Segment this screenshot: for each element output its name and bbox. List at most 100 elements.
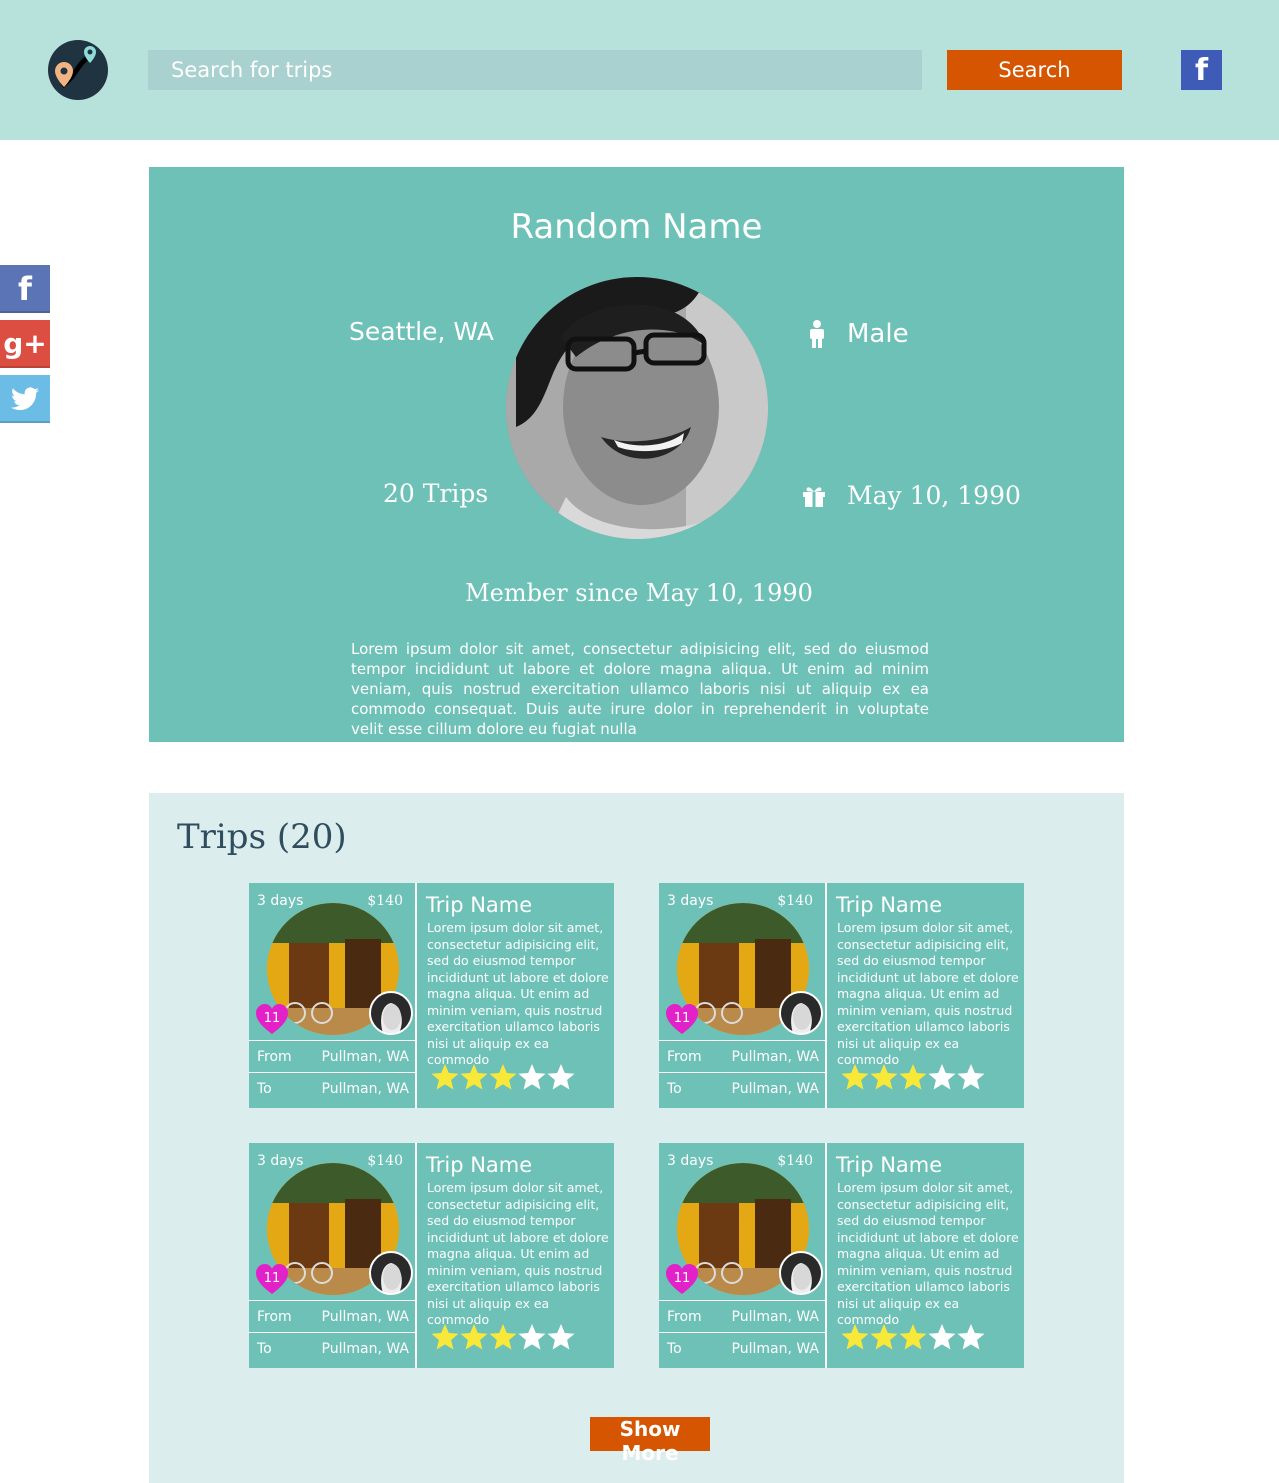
- profile-gender: Male: [847, 319, 909, 349]
- trip-card-summary: 3 days $140 11 From Pullman, WA To Pullman, WA: [249, 1143, 417, 1368]
- trip-card-details: Trip Name Lorem ipsum dolor sit amet, con…: [829, 883, 1024, 1108]
- trip-rating[interactable]: [431, 1063, 575, 1095]
- trip-likes-count: 11: [673, 1271, 691, 1286]
- trip-to-row: To Pullman, WA: [659, 1072, 827, 1104]
- trip-card[interactable]: 3 days $140 11 From Pullman, WA To Pullman, WA…: [659, 883, 1024, 1108]
- facebook-icon: f: [18, 270, 32, 308]
- trip-rating[interactable]: [431, 1323, 575, 1355]
- trip-author-avatar[interactable]: [369, 991, 413, 1035]
- trip-author-avatar[interactable]: [779, 991, 823, 1035]
- trip-card-details: Trip Name Lorem ipsum dolor sit amet, con…: [419, 1143, 614, 1368]
- star-empty-icon[interactable]: [547, 1063, 575, 1091]
- trip-author-avatar[interactable]: [369, 1251, 413, 1295]
- trip-to-label: To: [667, 1081, 682, 1097]
- trip-rating[interactable]: [841, 1063, 985, 1095]
- profile-avatar: [506, 277, 768, 539]
- trip-card[interactable]: 3 days $140 11 From Pullman, WA To Pullman, WA…: [249, 883, 614, 1108]
- star-empty-icon[interactable]: [547, 1323, 575, 1351]
- trip-from-row: From Pullman, WA: [659, 1300, 827, 1332]
- heart-icon[interactable]: 11: [255, 1003, 289, 1037]
- trip-author-avatar[interactable]: [779, 1251, 823, 1295]
- trip-to-value: Pullman, WA: [731, 1341, 820, 1357]
- map-pin-logo-icon: [55, 46, 96, 88]
- twitter-bird-icon: [11, 387, 39, 411]
- trip-from-row: From Pullman, WA: [659, 1040, 827, 1072]
- star-empty-icon[interactable]: [928, 1323, 956, 1351]
- profile-name: Random Name: [510, 207, 763, 247]
- star-filled-icon[interactable]: [489, 1323, 517, 1351]
- trip-from-row: From Pullman, WA: [249, 1300, 417, 1332]
- star-filled-icon[interactable]: [870, 1323, 898, 1351]
- show-more-button[interactable]: Show More: [590, 1417, 710, 1465]
- star-filled-icon[interactable]: [431, 1323, 459, 1351]
- star-filled-icon[interactable]: [460, 1063, 488, 1091]
- trip-name[interactable]: Trip Name: [836, 893, 942, 917]
- trip-to-value: Pullman, WA: [321, 1081, 410, 1097]
- trip-description: Lorem ipsum dolor sit amet, consectetur …: [427, 1180, 609, 1327]
- trip-description: Lorem ipsum dolor sit amet, consectetur …: [837, 920, 1019, 1067]
- trip-price: $140: [777, 1153, 813, 1169]
- profile-photo: [506, 277, 768, 539]
- trip-card-summary: 3 days $140 11 From Pullman, WA To Pullman, WA: [249, 883, 417, 1108]
- trip-name[interactable]: Trip Name: [426, 893, 532, 917]
- trip-duration: 3 days: [257, 893, 304, 909]
- profile-bio: Lorem ipsum dolor sit amet, consectetur …: [351, 640, 929, 738]
- trip-card-summary: 3 days $140 11 From Pullman, WA To Pullman, WA: [659, 1143, 827, 1368]
- trip-rating[interactable]: [841, 1323, 985, 1355]
- trip-card-details: Trip Name Lorem ipsum dolor sit amet, con…: [419, 883, 614, 1108]
- star-empty-icon[interactable]: [518, 1063, 546, 1091]
- star-empty-icon[interactable]: [957, 1063, 985, 1091]
- star-filled-icon[interactable]: [431, 1063, 459, 1091]
- trip-card-details: Trip Name Lorem ipsum dolor sit amet, con…: [829, 1143, 1024, 1368]
- profile-birthday: May 10, 1990: [847, 481, 1021, 510]
- heart-icon[interactable]: 11: [255, 1263, 289, 1297]
- trip-duration: 3 days: [667, 893, 714, 909]
- trip-from-label: From: [667, 1309, 702, 1325]
- share-facebook-button[interactable]: f: [0, 265, 50, 313]
- star-filled-icon[interactable]: [870, 1063, 898, 1091]
- profile-card: Random Name Seattle, WA 20 Trips Male Ma…: [149, 167, 1124, 742]
- heart-icon[interactable]: 11: [665, 1003, 699, 1037]
- star-filled-icon[interactable]: [489, 1063, 517, 1091]
- share-google-plus-button[interactable]: g+: [0, 320, 50, 368]
- person-icon: [807, 319, 827, 349]
- trip-description: Lorem ipsum dolor sit amet, consectetur …: [427, 920, 609, 1067]
- star-filled-icon[interactable]: [841, 1323, 869, 1351]
- trip-to-label: To: [667, 1341, 682, 1357]
- trip-from-value: Pullman, WA: [321, 1049, 410, 1065]
- trip-from-value: Pullman, WA: [731, 1049, 820, 1065]
- star-filled-icon[interactable]: [841, 1063, 869, 1091]
- trip-card[interactable]: 3 days $140 11 From Pullman, WA To Pullman, WA…: [659, 1143, 1024, 1368]
- heart-icon[interactable]: 11: [665, 1263, 699, 1297]
- profile-trips-count: 20 Trips: [383, 479, 489, 508]
- trip-likes-count: 11: [263, 1011, 281, 1026]
- search-input[interactable]: [148, 50, 922, 90]
- trip-likes-count: 11: [263, 1271, 281, 1286]
- trip-description: Lorem ipsum dolor sit amet, consectetur …: [837, 1180, 1019, 1327]
- profile-location: Seattle, WA: [349, 317, 494, 346]
- trip-name[interactable]: Trip Name: [836, 1153, 942, 1177]
- trip-price: $140: [367, 893, 403, 909]
- star-filled-icon[interactable]: [899, 1323, 927, 1351]
- google-plus-icon: g+: [3, 327, 47, 360]
- facebook-icon[interactable]: f: [1181, 50, 1222, 90]
- app-logo[interactable]: [48, 40, 108, 100]
- trip-from-label: From: [257, 1309, 292, 1325]
- star-empty-icon[interactable]: [957, 1323, 985, 1351]
- trip-likes-count: 11: [673, 1011, 691, 1026]
- trips-section: Trips (20) 3 days $140 11 From Pullman, WA To…: [149, 793, 1124, 1483]
- trip-from-row: From Pullman, WA: [249, 1040, 417, 1072]
- trip-from-label: From: [257, 1049, 292, 1065]
- star-empty-icon[interactable]: [518, 1323, 546, 1351]
- share-twitter-button[interactable]: [0, 375, 50, 423]
- trip-name[interactable]: Trip Name: [426, 1153, 532, 1177]
- star-filled-icon[interactable]: [460, 1323, 488, 1351]
- search-button[interactable]: Search: [947, 50, 1122, 90]
- star-empty-icon[interactable]: [928, 1063, 956, 1091]
- trip-card[interactable]: 3 days $140 11 From Pullman, WA To Pullman, WA…: [249, 1143, 614, 1368]
- trip-to-row: To Pullman, WA: [249, 1332, 417, 1364]
- star-filled-icon[interactable]: [899, 1063, 927, 1091]
- trips-title: Trips (20): [177, 817, 347, 857]
- trip-price: $140: [367, 1153, 403, 1169]
- trip-to-row: To Pullman, WA: [249, 1072, 417, 1104]
